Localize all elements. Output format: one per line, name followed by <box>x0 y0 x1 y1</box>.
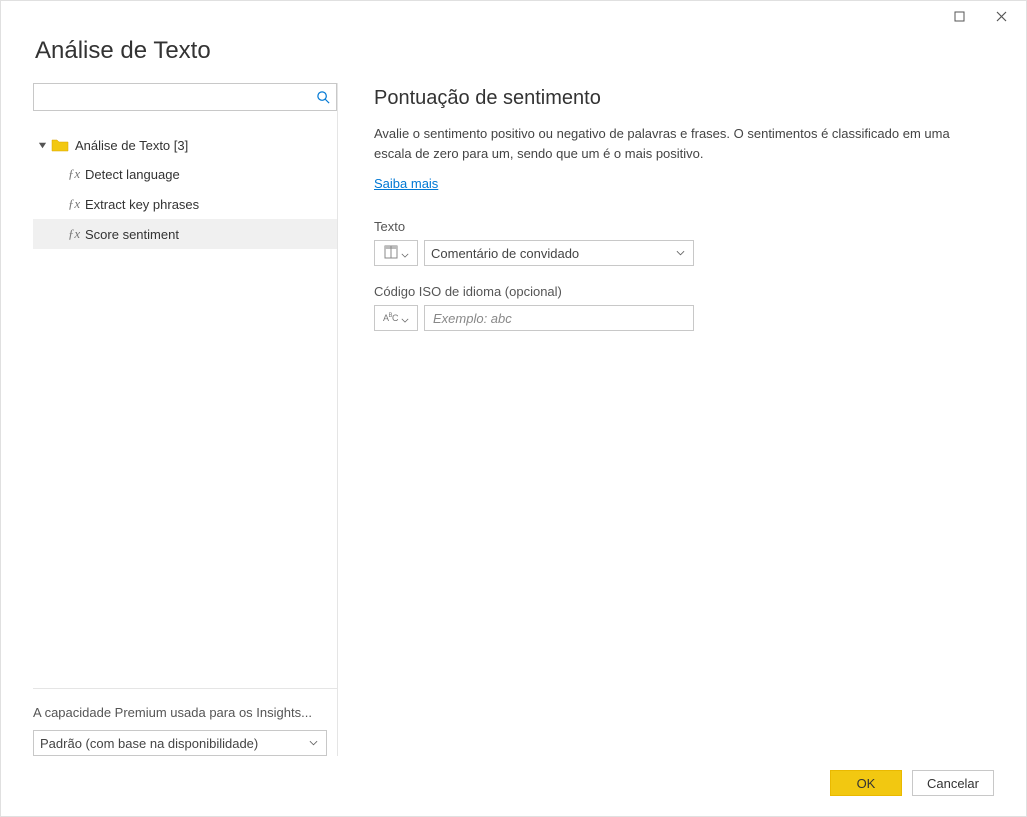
tree-item-label: Extract key phrases <box>85 197 199 212</box>
chevron-down-icon <box>306 740 320 746</box>
folder-icon <box>51 138 69 152</box>
chevron-down-icon <box>35 141 49 150</box>
detail-title: Pontuação de sentimento <box>374 87 994 110</box>
titlebar <box>1 1 1026 31</box>
left-pane: Análise de Texto [3] ƒx Detect language … <box>33 83 338 756</box>
abc-icon: ABC <box>383 313 398 323</box>
search-box[interactable] <box>33 83 337 111</box>
text-column-selected: Comentário de convidado <box>431 246 673 261</box>
tree-item-extract-key-phrases[interactable]: ƒx Extract key phrases <box>33 189 337 219</box>
maximize-icon <box>954 11 965 22</box>
column-icon <box>384 245 398 262</box>
tree-root[interactable]: Análise de Texto [3] <box>33 131 337 159</box>
capacity-label: A capacidade Premium usada para os Insig… <box>33 705 327 720</box>
dialog-body: Análise de Texto [3] ƒx Detect language … <box>33 83 994 756</box>
fx-icon: ƒx <box>63 226 85 242</box>
text-type-picker[interactable] <box>374 240 418 266</box>
right-pane: Pontuação de sentimento Avalie o sentime… <box>338 83 994 756</box>
close-icon <box>996 11 1007 22</box>
tree-item-label: Detect language <box>85 167 180 182</box>
tree-item-label: Score sentiment <box>85 227 179 242</box>
fx-icon: ƒx <box>63 196 85 212</box>
chevron-down-icon <box>401 311 409 326</box>
detail-description: Avalie o sentimento positivo ou negativo… <box>374 124 974 164</box>
search-input[interactable] <box>34 90 310 105</box>
iso-input[interactable] <box>424 305 694 331</box>
text-field-label: Texto <box>374 219 994 234</box>
text-field-row: Comentário de convidado <box>374 240 994 266</box>
cancel-button[interactable]: Cancelar <box>912 770 994 796</box>
capacity-dropdown[interactable]: Padrão (com base na disponibilidade) <box>33 730 327 756</box>
learn-more-link[interactable]: Saiba mais <box>374 176 994 191</box>
maximize-button[interactable] <box>938 2 980 30</box>
dialog-title: Análise de Texto <box>35 37 994 65</box>
search-icon[interactable] <box>310 90 336 105</box>
close-button[interactable] <box>980 2 1022 30</box>
tree-root-label: Análise de Texto [3] <box>75 138 188 153</box>
capacity-section: A capacidade Premium usada para os Insig… <box>33 688 337 756</box>
tree-item-score-sentiment[interactable]: ƒx Score sentiment <box>33 219 337 249</box>
ok-button[interactable]: OK <box>830 770 902 796</box>
iso-field-label: Código ISO de idioma (opcional) <box>374 284 994 299</box>
capacity-selected: Padrão (com base na disponibilidade) <box>40 736 306 751</box>
fx-icon: ƒx <box>63 166 85 182</box>
function-tree: Análise de Texto [3] ƒx Detect language … <box>33 131 337 680</box>
chevron-down-icon <box>401 246 409 261</box>
tree-item-detect-language[interactable]: ƒx Detect language <box>33 159 337 189</box>
iso-type-picker[interactable]: ABC <box>374 305 418 331</box>
chevron-down-icon <box>673 250 687 256</box>
text-column-dropdown[interactable]: Comentário de convidado <box>424 240 694 266</box>
dialog-content: Análise de Texto <box>1 31 1026 816</box>
iso-field-row: ABC <box>374 305 994 331</box>
dialog-footer: OK Cancelar <box>33 756 994 796</box>
dialog-window: Análise de Texto <box>0 0 1027 817</box>
